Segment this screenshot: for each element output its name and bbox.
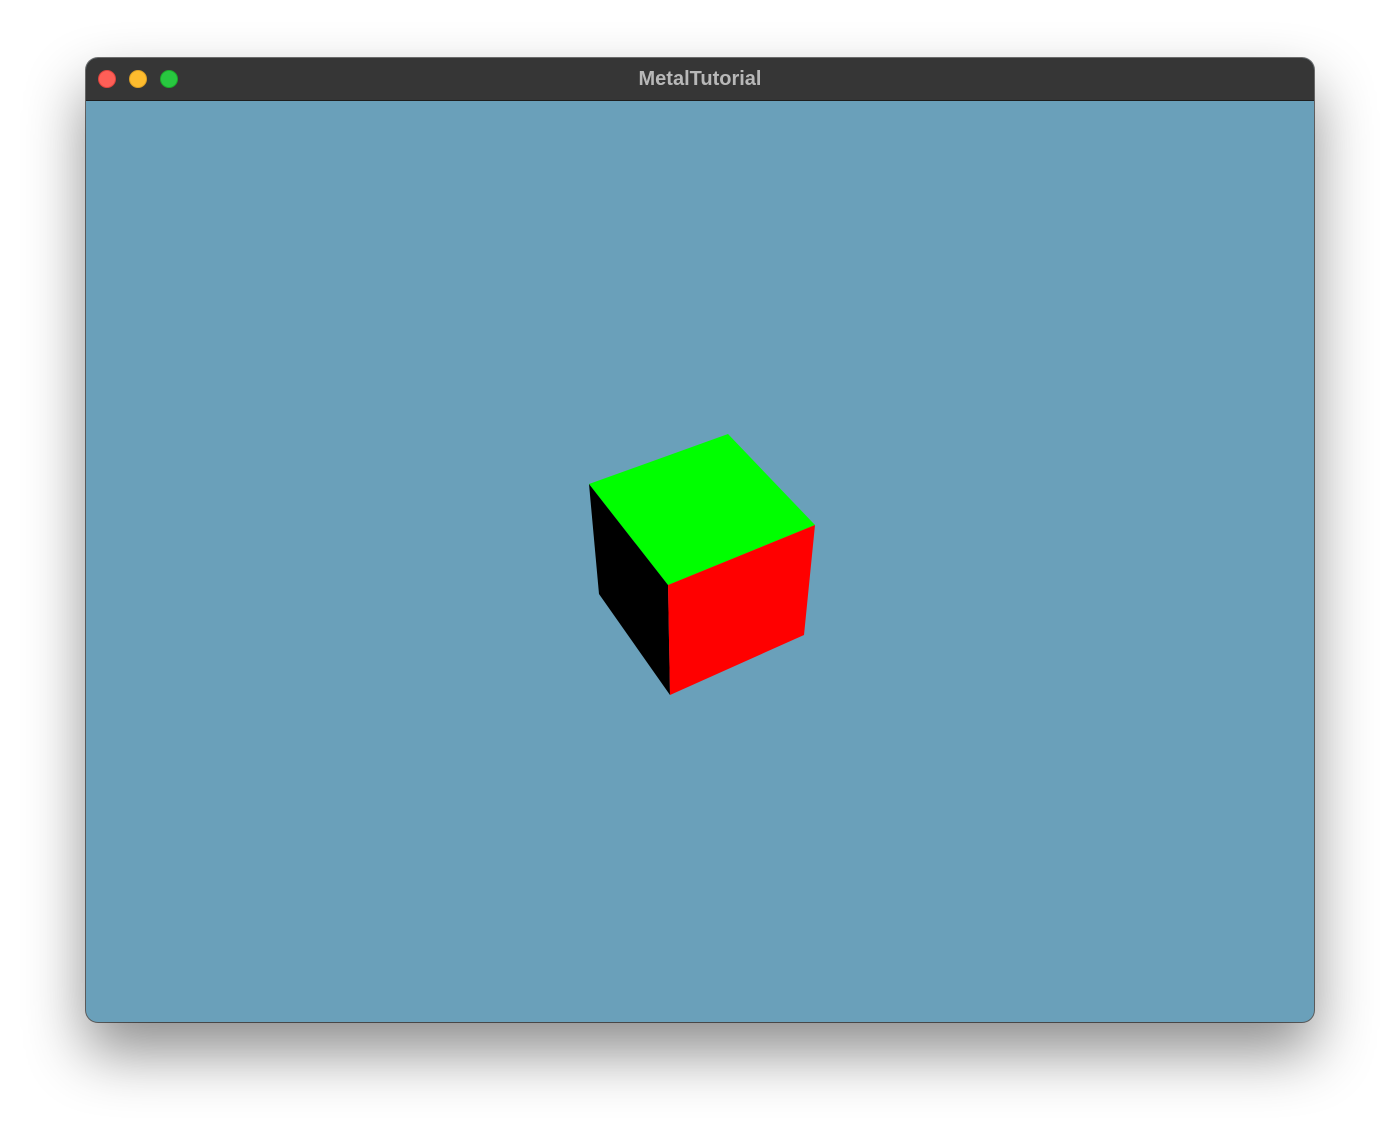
metal-render-view[interactable] (86, 101, 1314, 1022)
window-title: MetalTutorial (638, 68, 762, 90)
render-canvas (589, 434, 815, 695)
title-bar[interactable]: MetalTutorial (86, 58, 1314, 101)
app-window: MetalTutorial (86, 58, 1314, 1022)
